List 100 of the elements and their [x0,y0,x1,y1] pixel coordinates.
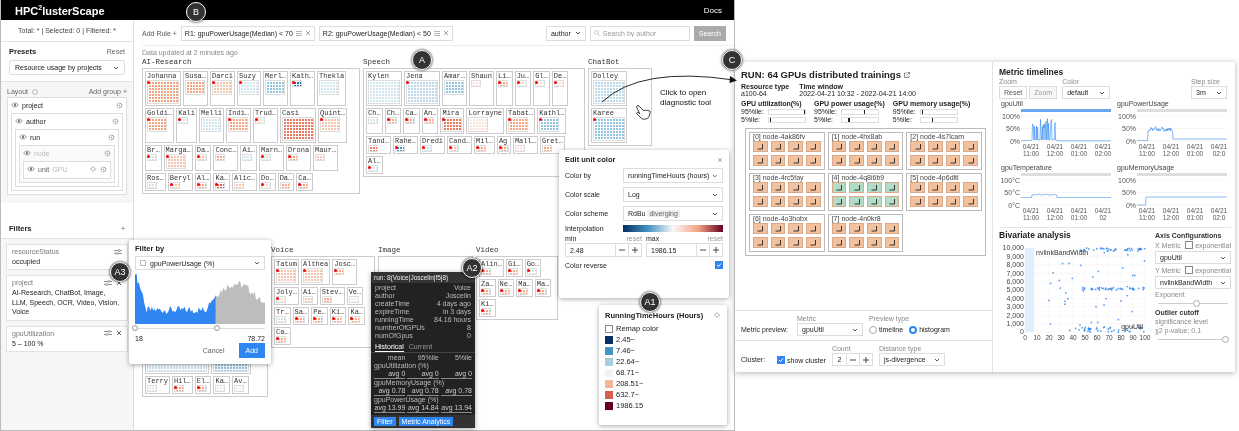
unit-grid[interactable] [350,316,361,323]
unit-grid[interactable] [386,117,397,124]
unit-grid[interactable] [535,80,546,87]
gpu-tile[interactable] [788,223,803,234]
gpu-tile[interactable] [884,182,900,193]
unit-grid[interactable] [261,182,272,189]
gpu-tile[interactable] [849,223,864,234]
unit-grid[interactable] [518,288,529,295]
unit-grid[interactable] [292,80,303,87]
unit-grid[interactable] [276,268,296,283]
unit-grid[interactable] [498,80,509,87]
unit-grid[interactable] [481,268,491,275]
gpu-tile[interactable] [849,196,864,207]
unit-grid[interactable] [261,154,272,161]
gpu-tile[interactable] [963,155,978,166]
unit-grid[interactable] [442,117,463,132]
gpu-tile[interactable] [831,196,847,207]
gpu-tile[interactable] [788,155,803,166]
gpu-tile[interactable] [884,141,900,152]
gpu-tile[interactable] [831,237,847,248]
eye-icon[interactable] [11,102,19,108]
gpu-tile[interactable] [831,141,847,152]
slider-thumb[interactable] [1221,336,1229,343]
close-icon[interactable] [116,330,122,337]
gpu-tile[interactable] [884,223,900,234]
docs-link[interactable]: Docs [703,5,722,15]
gpu-tile[interactable] [788,196,803,207]
gpu-tile[interactable] [945,155,961,166]
unit-grid[interactable] [228,117,249,132]
sliders-icon[interactable] [104,330,112,337]
unit-grid[interactable] [276,336,286,343]
unit-grid[interactable] [593,80,625,104]
unit-grid[interactable] [499,288,510,295]
unit-grid[interactable] [539,117,560,132]
eye-icon[interactable] [19,134,27,140]
unit-grid[interactable] [169,182,180,189]
sliders-icon[interactable] [104,279,112,286]
slider-thumb[interactable] [1193,300,1200,307]
gpu-tile[interactable] [867,223,882,234]
gpu-tile[interactable] [806,196,821,207]
gpu-tile[interactable] [806,182,821,193]
gpu-tile[interactable] [788,237,803,248]
gpu-tile[interactable] [945,182,961,193]
unit-grid[interactable] [405,117,416,124]
unit-grid[interactable] [368,165,378,172]
gpu-tile[interactable] [849,141,864,152]
gpu-tile[interactable] [928,141,943,152]
gpu-tile[interactable] [806,155,821,166]
unit-grid[interactable] [282,117,315,141]
gpu-tile[interactable] [753,223,768,234]
gpu-tile[interactable] [867,182,882,193]
gpu-tile[interactable] [753,196,768,207]
gpu-tile[interactable] [806,141,821,152]
unit-grid[interactable] [526,268,537,275]
gpu-tile[interactable] [867,237,882,248]
gpu-tile[interactable] [928,196,943,207]
unit-grid[interactable] [147,117,167,132]
gpu-tile[interactable] [831,182,847,193]
unit-grid[interactable] [516,80,527,87]
unit-grid[interactable] [422,145,433,152]
unit-grid[interactable] [508,268,518,275]
eye-icon[interactable] [15,118,23,124]
gpu-tile[interactable] [884,196,900,207]
gpu-tile[interactable] [910,141,925,152]
exponential-checkbox[interactable] [1185,266,1194,274]
unit-grid[interactable] [303,268,323,283]
drag-handle-icon[interactable] [295,30,302,36]
gpu-tile[interactable] [910,155,925,166]
gpu-tile[interactable] [770,155,786,166]
unit-grid[interactable] [423,117,434,124]
gpu-tile[interactable] [806,237,821,248]
gpu-tile[interactable] [910,182,925,193]
show-cluster-checkbox[interactable] [777,356,785,364]
gpu-tile[interactable] [849,155,864,166]
unit-grid[interactable] [498,145,509,152]
gpu-tile[interactable] [910,196,925,207]
unit-grid[interactable] [178,117,189,124]
gpu-tile[interactable] [928,155,943,166]
range-thumb[interactable] [132,325,138,331]
gpu-tile[interactable] [753,182,768,193]
unit-grid[interactable] [276,296,286,303]
unit-grid[interactable] [165,154,186,169]
unit-grid[interactable] [368,145,378,152]
gpu-tile[interactable] [963,141,978,152]
gpu-tile[interactable] [849,182,864,193]
unit-grid[interactable] [294,316,305,323]
gpu-tile[interactable] [770,223,786,234]
unit-grid[interactable] [508,117,529,132]
gpu-tile[interactable] [770,182,786,193]
gpu-tile[interactable] [770,196,786,207]
radio-button[interactable] [909,325,918,334]
remap-checkbox[interactable] [605,324,613,333]
unit-grid[interactable] [147,154,157,161]
unit-grid[interactable] [239,80,260,95]
unit-grid[interactable] [449,145,460,152]
gpu-tile[interactable] [884,155,900,166]
unit-grid[interactable] [331,316,342,323]
gpu-tile[interactable] [849,237,864,248]
gpu-tile[interactable] [963,196,978,207]
unit-grid[interactable] [255,117,266,124]
